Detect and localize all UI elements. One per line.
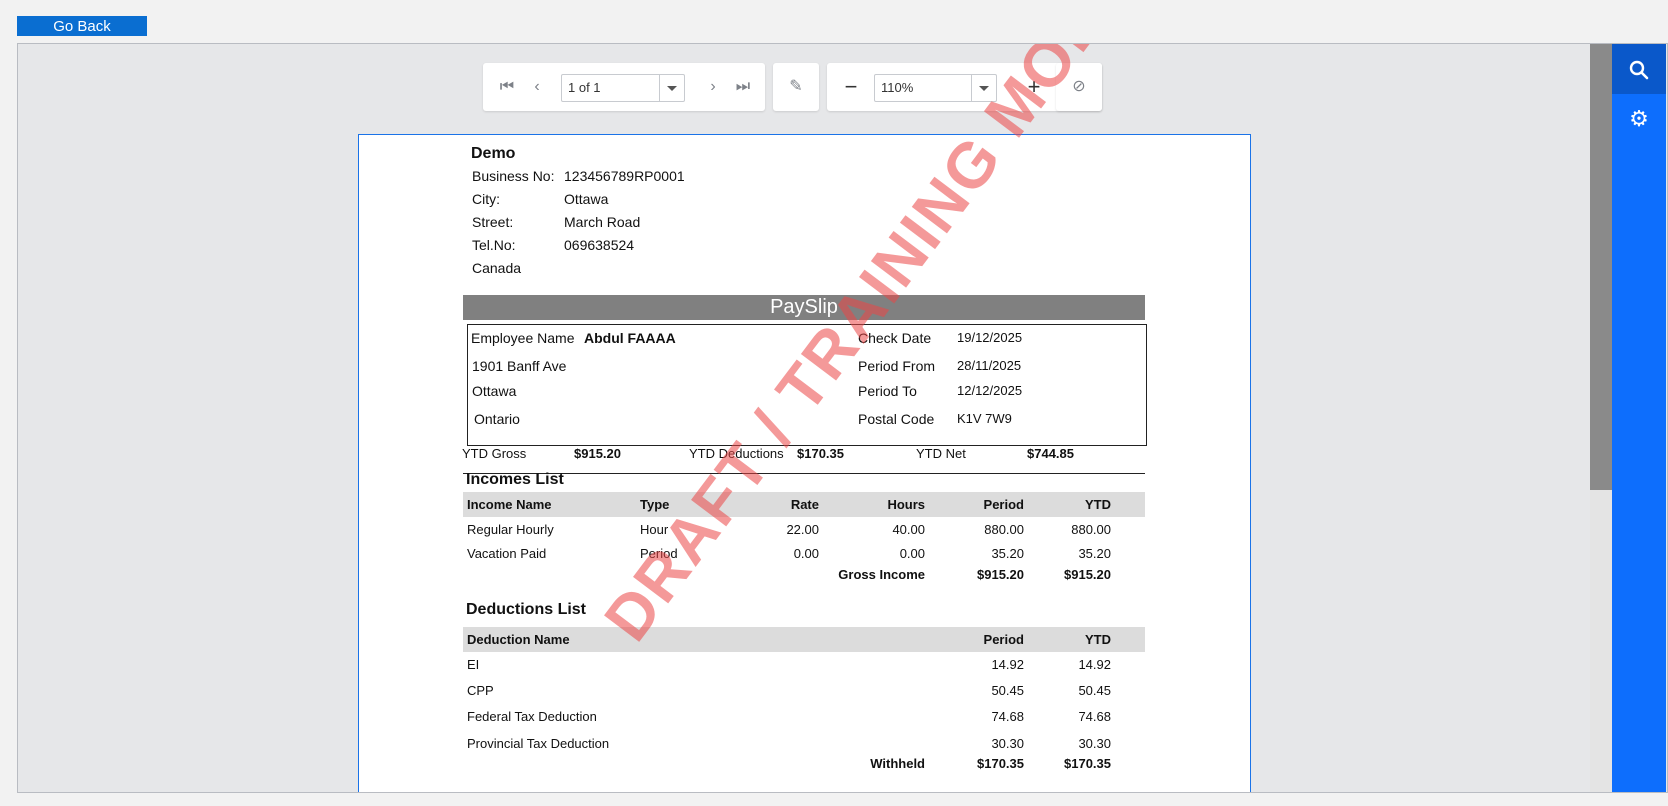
zoom-select-value: 110% [881,80,914,95]
deduction-row-name: Provincial Tax Deduction [467,736,610,751]
deductions-header-name: Deduction Name [467,632,570,647]
deduction-row-ytd: 14.92 [1078,657,1111,672]
income-row-name: Vacation Paid [467,546,547,561]
incomes-header-hours: Hours [887,497,925,512]
deduction-row-ytd: 30.30 [1078,736,1111,751]
ytd-net-label: YTD Net [916,446,966,461]
income-row-period: 35.20 [991,546,1024,561]
incomes-header-name: Income Name [467,497,552,512]
employee-name-value: Abdul FAAAA [584,330,676,346]
deduction-row-ytd: 74.68 [1078,709,1111,724]
period-to-value: 12/12/2025 [957,383,1023,398]
city-label: City: [472,191,500,207]
tel-label: Tel.No: [472,237,516,253]
period-to-label: Period To [858,383,917,399]
incomes-header-rate: Rate [790,497,819,512]
income-row-ytd: 880.00 [1071,522,1111,537]
edit-toolbar: ✎ [773,63,819,111]
income-row-period: 880.00 [984,522,1024,537]
incomes-title: Incomes List [466,471,564,488]
deduction-row-ytd: 50.45 [1078,683,1111,698]
withheld-period: $170.35 [977,756,1024,771]
income-row-type: Hour [640,522,669,537]
business-no-label: Business No: [472,168,555,184]
income-row-type: Period [640,546,678,561]
toggle-highlight-icon[interactable]: ⊘ [1065,63,1093,111]
go-back-button[interactable]: Go Back [17,16,147,36]
highlight-toolbar: ⊘ [1056,63,1102,111]
gear-icon[interactable]: ⚙ [1612,94,1666,144]
deduction-row-period: 30.30 [991,736,1024,751]
previous-page-icon[interactable]: ‹ [523,63,551,111]
company-country: Canada [472,260,522,276]
ytd-deductions-label: YTD Deductions [689,446,784,461]
document-area: ⏮ ‹ 1 of 1 › ⏭ ✎ − 110% + ⊘ Demo Busines… [18,44,1590,792]
deduction-row-period: 74.68 [991,709,1024,724]
deduction-row-name: CPP [467,683,494,698]
city-value: Ottawa [564,191,609,207]
zoom-out-icon[interactable]: − [837,63,865,111]
employee-city: Ottawa [472,383,517,399]
check-date-value: 19/12/2025 [957,330,1023,345]
payslip-title: PaySlip [463,295,1145,320]
income-row-rate: 22.00 [786,522,819,537]
income-row-rate: 0.00 [793,546,819,561]
company-name: Demo [471,145,516,162]
deduction-row-period: 14.92 [991,657,1024,672]
page-select-value: 1 of 1 [568,80,601,95]
last-page-icon[interactable]: ⏭ [729,63,757,111]
report-viewer: ⏮ ‹ 1 of 1 › ⏭ ✎ − 110% + ⊘ Demo Busines… [17,43,1668,793]
search-icon[interactable] [1612,44,1666,94]
viewer-sidebar: ⚙ [1612,44,1666,792]
divider [463,473,1145,474]
employee-name-label: Employee Name [471,330,575,346]
ytd-gross-value: $915.20 [574,446,621,461]
gross-income-label: Gross Income [838,567,925,582]
deductions-title: Deductions List [466,601,587,618]
employee-address-line: 1901 Banff Ave [472,358,567,374]
deduction-row-name: EI [467,657,480,672]
scrollbar-thumb[interactable] [1590,44,1612,490]
incomes-header-type: Type [640,497,670,512]
deductions-header-period: Period [983,632,1024,647]
chevron-down-icon[interactable] [659,75,684,101]
gross-income-ytd: $915.20 [1064,567,1111,582]
deductions-header-ytd: YTD [1085,632,1111,647]
incomes-header-ytd: YTD [1085,497,1111,512]
business-no-value: 123456789RP0001 [564,168,685,184]
period-from-value: 28/11/2025 [957,358,1022,373]
income-row-ytd: 35.20 [1078,546,1111,561]
check-date-label: Check Date [858,330,932,346]
next-page-icon[interactable]: › [699,63,727,111]
gross-income-period: $915.20 [977,567,1024,582]
postal-code-label: Postal Code [858,411,935,427]
income-row-hours: 40.00 [892,522,925,537]
zoom-in-icon[interactable]: + [1020,63,1048,111]
withheld-ytd: $170.35 [1064,756,1111,771]
deduction-row-name: Federal Tax Deduction [467,709,597,724]
ytd-gross-label: YTD Gross [462,446,527,461]
chevron-down-icon[interactable] [971,75,996,101]
employee-province: Ontario [474,411,520,427]
ytd-net-value: $744.85 [1027,446,1074,461]
zoom-select[interactable]: 110% [874,74,997,102]
ytd-deductions-value: $170.35 [797,446,844,461]
report-page: Demo Business No: 123456789RP0001 City: … [358,44,1251,792]
withheld-label: Withheld [870,756,925,771]
page-navigation-toolbar: ⏮ ‹ 1 of 1 › ⏭ [483,63,765,111]
income-row-hours: 0.00 [899,546,925,561]
page-select[interactable]: 1 of 1 [561,74,685,102]
deduction-row-period: 50.45 [991,683,1024,698]
period-from-label: Period From [858,358,936,374]
street-label: Street: [472,214,514,230]
tel-value: 069638524 [564,237,635,253]
income-row-name: Regular Hourly [467,522,554,537]
incomes-header-period: Period [983,497,1024,512]
first-page-icon[interactable]: ⏮ [493,63,521,111]
street-value: March Road [564,214,641,230]
edit-parameters-icon[interactable]: ✎ [782,63,810,111]
postal-code-value: K1V 7W9 [957,411,1012,426]
